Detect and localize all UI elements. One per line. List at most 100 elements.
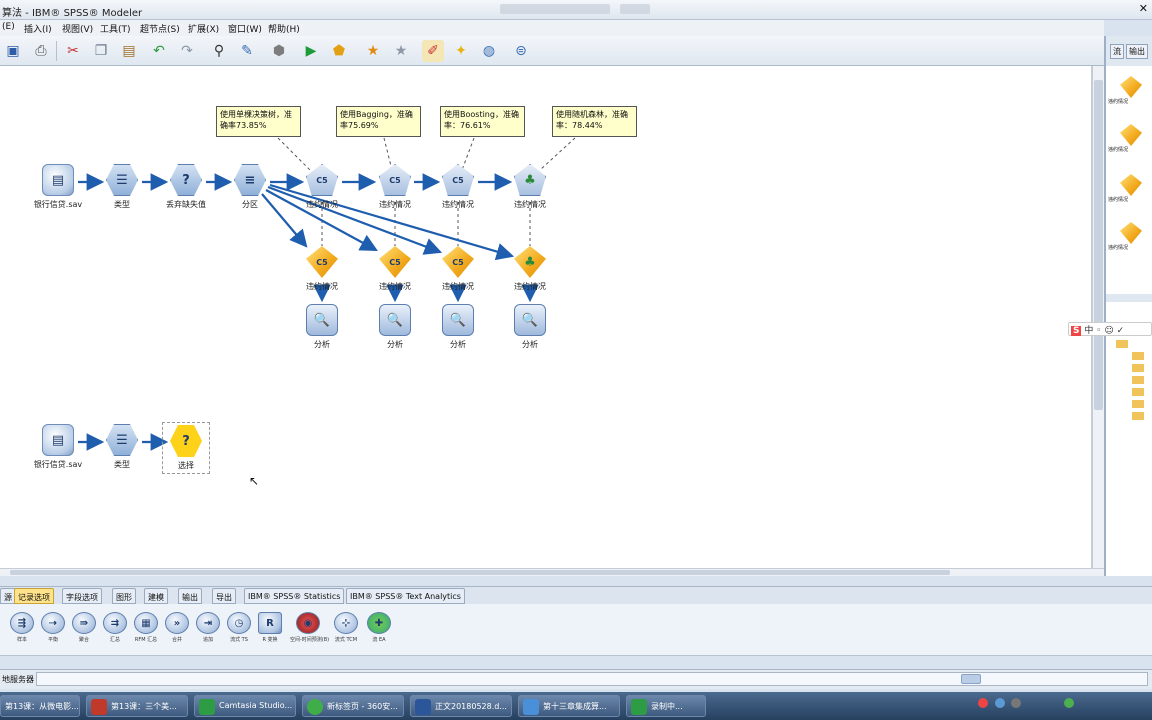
model-label: 违约情况 [1108, 197, 1129, 203]
node-analysis-4[interactable]: 🔍 分析 [500, 304, 560, 350]
node-analysis-3[interactable]: 🔍 分析 [428, 304, 488, 350]
folder-icon[interactable] [1132, 376, 1144, 384]
folder-icon[interactable] [1132, 352, 1144, 360]
node-model-boosting[interactable]: C5 违约情况 [428, 164, 488, 210]
globe-icon[interactable]: ◍ [478, 40, 500, 62]
node-nugget-3[interactable]: C5 违约情况 [428, 246, 488, 292]
task-item[interactable]: 新标签页 - 360安... [302, 695, 404, 717]
node-partition[interactable]: ≡ 分区 [220, 164, 280, 210]
tab-graphs[interactable]: 图形 [112, 588, 136, 604]
comment-icon[interactable]: ✦ [450, 40, 472, 62]
menu-help[interactable]: 帮助(H) [268, 22, 300, 35]
menu-insert[interactable]: 插入(I) [24, 22, 52, 35]
ime-toolbar[interactable]: S 中 ◦ ☺ ✓ [1068, 322, 1152, 336]
run-selection-icon[interactable]: ⬟ [328, 40, 350, 62]
undo-icon[interactable]: ↶ [148, 40, 170, 62]
node-analysis-2[interactable]: 🔍 分析 [365, 304, 425, 350]
node-source-bank-credit[interactable]: ▤ 银行信贷.sav [28, 164, 88, 210]
redo-icon[interactable]: ↷ [176, 40, 198, 62]
node-source-bank-credit-2[interactable]: ▤ 银行信贷.sav [28, 424, 88, 470]
favorite-icon[interactable]: ★ [362, 40, 384, 62]
palette-node-r-transform[interactable]: R R 变换 [252, 612, 288, 643]
menu-edit[interactable]: (E) [2, 22, 15, 32]
tab-modeling[interactable]: 建模 [144, 588, 168, 604]
menu-window[interactable]: 窗口(W) [228, 22, 262, 35]
network-tray-icon[interactable] [1011, 698, 1022, 708]
ime-tray-icon[interactable] [978, 698, 988, 708]
select-icon: ? [170, 164, 202, 196]
copy-icon[interactable]: ❐ [90, 40, 112, 62]
folder-icon[interactable] [1132, 412, 1144, 420]
model-nugget-icon[interactable] [1120, 174, 1142, 196]
paste-icon[interactable]: ▤ [118, 40, 140, 62]
task-item[interactable]: 第十三章集成算... [518, 695, 620, 717]
edit-icon[interactable]: ✎ [236, 40, 258, 62]
node-type-2[interactable]: ☰ 类型 [92, 424, 152, 470]
find-icon[interactable]: ⚲ [208, 40, 230, 62]
folder-icon[interactable] [1132, 388, 1144, 396]
palette-node-streaming-tcm[interactable]: ⊹ 流式 TCM [328, 612, 364, 643]
tab-record-ops[interactable]: 记录选项 [14, 588, 54, 604]
annotation-boosting[interactable]: 使用Boosting，准确率：76.61% [440, 106, 525, 137]
node-label: 违约情况 [514, 200, 546, 209]
folder-icon[interactable] [1116, 340, 1128, 348]
node-nugget-4[interactable]: ♣ 违约情况 [500, 246, 560, 292]
network-icon[interactable]: ⊜ [510, 40, 532, 62]
palette-node-streaming-ea[interactable]: ✚ 流 EA [361, 612, 397, 643]
task-item[interactable]: 第13课：从微电影... [0, 695, 80, 717]
cut-icon[interactable]: ✂ [62, 40, 84, 62]
project-tree [1106, 302, 1152, 576]
node-model-bagging[interactable]: C5 违约情况 [365, 164, 425, 210]
palette-node-space-time[interactable]: ◉ 空间-时间预测(B) [290, 612, 329, 643]
task-item[interactable]: Camtasia Studio... [194, 695, 296, 717]
tab-export[interactable]: 导出 [212, 588, 236, 604]
node-label: 违约情况 [306, 282, 338, 291]
tab-text-analytics[interactable]: IBM® SPSS® Text Analytics [346, 588, 465, 604]
run-icon[interactable]: ▶ [300, 40, 322, 62]
save-icon[interactable]: ▣ [2, 40, 24, 62]
task-item[interactable]: 录制中... [626, 695, 706, 717]
scroll-thumb[interactable] [10, 570, 950, 575]
scroll-thumb[interactable] [1094, 80, 1103, 410]
node-model-c5-single[interactable]: C5 违约情况 [292, 164, 352, 210]
tab-outputs[interactable]: 输出 [1126, 44, 1148, 59]
annotation-single-tree[interactable]: 使用单棵决策树，准确率73.85% [216, 106, 301, 137]
close-icon[interactable]: ✕ [1139, 2, 1148, 15]
tab-field-ops[interactable]: 字段选项 [62, 588, 102, 604]
vertical-scrollbar[interactable] [1092, 66, 1104, 568]
model-nugget-icon[interactable] [1120, 222, 1142, 244]
model-nugget-icon[interactable] [1120, 76, 1142, 98]
print-icon[interactable]: ⎙ [30, 40, 52, 62]
folder-icon[interactable] [1132, 364, 1144, 372]
menu-tools[interactable]: 工具(T) [100, 22, 131, 35]
node-type[interactable]: ☰ 类型 [92, 164, 152, 210]
model-nugget-icon[interactable] [1120, 124, 1142, 146]
tab-output[interactable]: 输出 [178, 588, 202, 604]
system-tray [960, 698, 1150, 714]
node-label: 分析 [450, 340, 466, 349]
task-item[interactable]: 第13课：三个美... [86, 695, 188, 717]
node-filter-missing[interactable]: ? 丢弃缺失值 [156, 164, 216, 210]
menu-supernode[interactable]: 超节点(S) [140, 22, 180, 35]
stop-icon[interactable]: ⬢ [268, 40, 290, 62]
help-tray-icon[interactable] [994, 698, 1005, 708]
stream-canvas[interactable]: 使用单棵决策树，准确率73.85% 使用Bagging，准确率75.69% 使用… [0, 66, 1092, 568]
tab-streams[interactable]: 流 [1110, 44, 1124, 59]
folder-icon[interactable] [1132, 400, 1144, 408]
task-item[interactable]: 正文20180528.d... [410, 695, 512, 717]
tab-spss-statistics[interactable]: IBM® SPSS® Statistics [244, 588, 345, 604]
node-select[interactable]: ? 选择 [162, 422, 210, 474]
annotation-random-forest[interactable]: 使用随机森林，准确率：78.44% [552, 106, 637, 137]
node-analysis-1[interactable]: 🔍 分析 [292, 304, 352, 350]
annotation-bagging[interactable]: 使用Bagging，准确率75.69% [336, 106, 421, 137]
balance-icon: ⇢ [41, 612, 65, 634]
horizontal-scrollbar[interactable] [0, 568, 1104, 576]
node-model-random-forest[interactable]: ♣ 违约情况 [500, 164, 560, 210]
annotation-icon[interactable]: ✐ [422, 40, 444, 62]
node-nugget-2[interactable]: C5 违约情况 [365, 246, 425, 292]
tray-app-icon[interactable] [1063, 698, 1074, 708]
menu-view[interactable]: 视图(V) [62, 22, 93, 35]
menu-extensions[interactable]: 扩展(X) [188, 22, 219, 35]
node-nugget-1[interactable]: C5 违约情况 [292, 246, 352, 292]
star-icon[interactable]: ★ [390, 40, 412, 62]
